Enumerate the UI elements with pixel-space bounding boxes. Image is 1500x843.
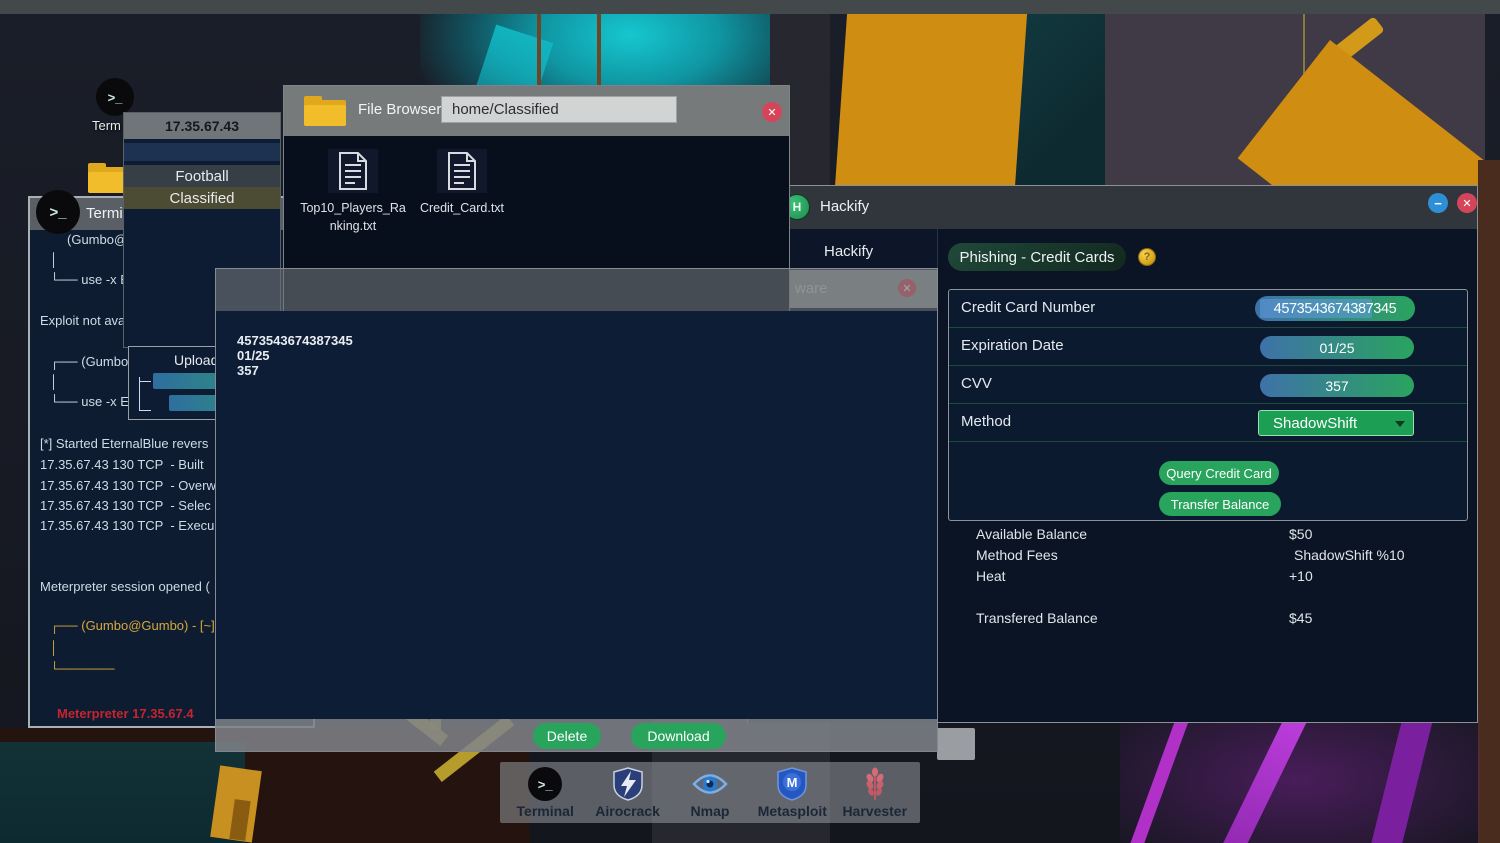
minimize-button[interactable]: − (1428, 193, 1448, 213)
method-fees-value: ShadowShift %10 (1294, 547, 1405, 563)
sidebar-item-hackify[interactable]: Hackify (824, 243, 873, 260)
upload-tree-line (139, 377, 140, 411)
terminal-line: │ (50, 252, 59, 267)
terminal-line: 17.35.67.43 130 TCP - Execu (40, 518, 215, 533)
delete-button[interactable]: Delete (533, 723, 601, 749)
form-row-method: Method ShadowShift (949, 404, 1467, 442)
terminal-line: │ (50, 374, 59, 389)
hackify-title: Hackify (820, 198, 870, 215)
cvv-input[interactable]: 357 (1260, 374, 1414, 397)
folder-icon (304, 96, 346, 126)
terminal-line: └── use -x E (50, 272, 129, 287)
taskbar-label: Nmap (690, 803, 730, 819)
metasploit-shield-icon: M (774, 766, 810, 802)
terminal-line: 17.35.67.43 130 TCP - Overw (40, 478, 216, 493)
window-fragment (937, 728, 975, 760)
address-bar-input[interactable] (441, 96, 677, 123)
form-row-credit-card: Credit Card Number 4573543674387345 (949, 290, 1467, 328)
download-button[interactable]: Download (631, 723, 726, 749)
wallpaper-rust-edge (1478, 160, 1500, 843)
file-content-line: 01/25 (237, 348, 270, 363)
taskbar-label: Airocrack (595, 803, 660, 819)
available-balance-label: Available Balance (976, 526, 1088, 542)
terminal-app-icon: >_ (36, 190, 80, 234)
taskbar-item-harvester[interactable]: Harvester (835, 766, 915, 819)
terminal-line: Exploit not ava (40, 313, 126, 328)
taskbar-label: Terminal (516, 803, 574, 819)
chooser-titlebar[interactable]: 17.35.67.43 (124, 113, 280, 139)
top-bar (0, 0, 1500, 14)
phishing-form-panel: Credit Card Number 4573543674387345 Expi… (948, 289, 1468, 521)
terminal-prompt: └────── (50, 661, 115, 676)
terminal-meterpreter-line: Meterpreter 17.35.67.4 (57, 706, 194, 721)
file-content-line: 357 (237, 363, 259, 378)
terminal-line: Meterpreter session opened ( (40, 579, 210, 594)
taskbar-item-airocrack[interactable]: Airocrack (588, 766, 668, 819)
text-file-icon[interactable] (336, 151, 370, 191)
taskbar-label: Metasploit (757, 803, 827, 819)
file-browser-title: File Browser (358, 101, 442, 118)
credit-card-number-input[interactable]: 4573543674387345 (1255, 296, 1415, 321)
method-value: ShadowShift (1273, 414, 1358, 432)
available-balance-value: $50 (1289, 526, 1313, 542)
terminal-line: 17.35.67.43 130 TCP - Selec (40, 498, 211, 513)
taskbar-item-nmap[interactable]: Nmap (670, 766, 750, 819)
terminal-line: 17.35.67.43 130 TCP - Built (40, 457, 204, 472)
file-name[interactable]: Credit_Card.txt (408, 199, 516, 217)
terminal-line: (Gumbo@ (67, 232, 128, 247)
heat-value: +10 (1289, 568, 1313, 584)
wallpaper-teal-corner (0, 742, 245, 843)
method-fees-label: Method Fees (976, 547, 1058, 563)
form-row-expiration: Expiration Date 01/25 (949, 328, 1467, 366)
terminal-prompt: │ (50, 640, 59, 655)
cvv-label: CVV (961, 375, 992, 392)
chevron-down-icon (1395, 421, 1405, 427)
upload-title: Upload (174, 352, 219, 368)
text-viewer-titlebar[interactable] (216, 269, 937, 311)
credit-card-number-label: Credit Card Number (961, 299, 1096, 316)
text-viewer-body: 4573543674387345 01/25 357 (216, 311, 937, 719)
transfer-balance-button[interactable]: Transfer Balance (1159, 492, 1281, 516)
file-name[interactable]: Top10_Players_Ranking.txt (299, 199, 407, 235)
transfered-balance-label: Transfered Balance (976, 610, 1098, 626)
chooser-item-classified[interactable]: Classified (124, 187, 280, 209)
terminal-title: Termi (86, 205, 123, 222)
section-pill-phishing-credit-cards[interactable]: Phishing - Credit Cards (948, 243, 1126, 271)
method-label: Method (961, 413, 1012, 430)
coin-hint-icon[interactable]: ? (1138, 248, 1156, 266)
svg-text:M: M (787, 775, 798, 790)
file-content-line: 4573543674387345 (237, 333, 353, 348)
desktop-terminal-icon[interactable]: >_ (96, 78, 134, 116)
query-credit-card-button[interactable]: Query Credit Card (1159, 461, 1279, 485)
desktop-screen: >_ Term >_ Termi (Gumbo@ │ └── use -x E … (0, 0, 1500, 843)
airocrack-shield-icon (610, 766, 646, 802)
text-viewer-actionbar: Delete Download (216, 719, 937, 752)
upload-tree-line (139, 381, 151, 382)
close-icon[interactable]: ✕ (762, 102, 782, 122)
chooser-selected-row[interactable] (124, 143, 280, 161)
taskbar-item-metasploit[interactable]: M Metasploit (752, 766, 832, 819)
terminal-icon: >_ (527, 766, 563, 802)
expiration-date-input[interactable]: 01/25 (1260, 336, 1414, 359)
close-icon[interactable]: ✕ (1457, 193, 1477, 213)
credit-card-number-value: 4573543674387345 (1273, 300, 1397, 317)
terminal-line: [*] Started EternalBlue revers (40, 436, 209, 451)
method-dropdown[interactable]: ShadowShift (1258, 410, 1414, 436)
chooser-item-football[interactable]: Football (124, 165, 280, 187)
expiration-date-label: Expiration Date (961, 337, 1064, 354)
transfered-balance-value: $45 (1289, 610, 1313, 626)
taskbar: >_ Terminal Airocrack Nmap M Metasploit … (500, 762, 920, 823)
form-row-cvv: CVV 357 (949, 366, 1467, 404)
terminal-line: └── use -x E (50, 394, 129, 409)
upload-tree-line (139, 410, 151, 411)
text-viewer-window: 4573543674387345 01/25 357 Delete Downlo… (215, 268, 938, 752)
nmap-eye-icon (692, 766, 728, 802)
harvester-plant-icon (857, 766, 893, 802)
taskbar-label: Harvester (842, 803, 908, 819)
heat-label: Heat (976, 568, 1006, 584)
terminal-prompt: ┌── (Gumbo@Gumbo) - [~] (50, 618, 215, 633)
text-file-icon[interactable] (445, 151, 479, 191)
taskbar-item-terminal[interactable]: >_ Terminal (505, 766, 585, 819)
